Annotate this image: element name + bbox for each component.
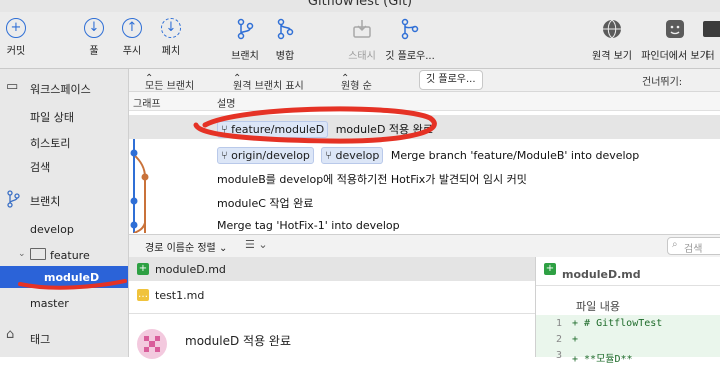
diff-line: + # GitflowTest bbox=[572, 318, 663, 329]
sidebar-header-workspace: 워크스페이스 bbox=[30, 83, 91, 96]
arrow-down-icon: ↓ bbox=[84, 18, 104, 38]
sidebar-header-branches: 브랜치 bbox=[30, 195, 61, 208]
sort-select[interactable]: 경로 이름순 정렬 ⌄ bbox=[145, 239, 227, 254]
remote-view-button[interactable]: 원격 보기 bbox=[584, 18, 640, 62]
sidebar: ▭ 워크스페이스 파일 상태 히스토리 검색 브랜치 develop ⌄ fea… bbox=[0, 69, 129, 357]
commit-button[interactable]: + 커밋 bbox=[0, 18, 44, 57]
commit-row[interactable]: ⑂ feature/moduleD moduleD 적용 완료 bbox=[129, 115, 720, 139]
sort-order-select[interactable]: 원형 순 ⌃ bbox=[341, 73, 372, 92]
arrow-up-icon: ↑ bbox=[122, 18, 142, 38]
file-search-input[interactable]: ⌕ 검색 bbox=[667, 237, 720, 255]
fetch-icon: ↓ bbox=[161, 18, 181, 38]
commit-message: moduleD 적용 완료 bbox=[335, 123, 433, 136]
branch-section-icon bbox=[7, 190, 20, 208]
plus-icon: + bbox=[6, 18, 26, 38]
list-view-icon[interactable]: ☰ ⌄ bbox=[245, 238, 268, 251]
column-header: 그래프 설명 bbox=[129, 92, 720, 111]
merge-button[interactable]: 병합 bbox=[257, 18, 313, 62]
commit-detail-message: moduleD 적용 완료 bbox=[185, 334, 292, 348]
diff-line: + **모듈D** bbox=[572, 354, 633, 365]
line-number: 3 bbox=[556, 350, 563, 361]
hunk-label: 파일 내용 bbox=[576, 300, 620, 313]
commit-row[interactable]: Merge tag 'HotFix-1' into develop bbox=[129, 213, 720, 233]
merge-icon bbox=[277, 18, 294, 40]
branch-label[interactable]: ⑂ feature/moduleD bbox=[217, 121, 329, 138]
disclosure-down-icon[interactable]: ⌄ bbox=[18, 249, 26, 259]
all-branches-select[interactable]: 모든 브랜치 ⌃ bbox=[145, 73, 194, 92]
commit-message: Merge branch 'feature/ModuleB' into deve… bbox=[390, 149, 640, 162]
branch-label[interactable]: ⑂ origin/develop bbox=[217, 147, 314, 164]
column-description[interactable]: 설명 bbox=[217, 95, 235, 110]
branch-label[interactable]: ⑂ develop bbox=[321, 147, 384, 164]
sidebar-folder-feature[interactable]: feature bbox=[50, 249, 90, 262]
fetch-button[interactable]: ↓ 페치 bbox=[143, 18, 199, 57]
diff-file-name: moduleD.md bbox=[562, 268, 641, 281]
finder-icon bbox=[666, 20, 684, 38]
folder-icon bbox=[30, 248, 46, 260]
line-number: 1 bbox=[556, 318, 563, 329]
file-row[interactable]: … test1.md bbox=[129, 283, 535, 307]
terminal-button[interactable]: 터 bbox=[700, 18, 720, 62]
tag-icon: ⌂ bbox=[6, 327, 15, 342]
added-icon: + bbox=[137, 263, 149, 275]
gitflow-toolbar-button[interactable]: 깃 플로우... bbox=[382, 18, 438, 62]
sidebar-header-tags: 태그 bbox=[30, 333, 51, 346]
modified-icon: … bbox=[137, 289, 149, 301]
gitflow-icon bbox=[401, 18, 419, 40]
commit-row[interactable]: moduleC 작업 완료 bbox=[129, 189, 720, 213]
file-name: moduleD.md bbox=[155, 263, 226, 276]
commit-message: Merge tag 'HotFix-1' into develop bbox=[217, 219, 400, 232]
sidebar-item-file-status[interactable]: 파일 상태 bbox=[30, 109, 74, 125]
diff-pane: + moduleD.md 파일 내용 1 + # GitflowTest 2 +… bbox=[536, 257, 720, 365]
window-title: GitflowTest (Git) bbox=[307, 0, 413, 9]
terminal-icon bbox=[703, 21, 720, 37]
commit-row[interactable]: moduleB를 develop에 적용하기전 HotFix가 발견되어 임시 … bbox=[129, 165, 720, 189]
search-icon: ⌕ bbox=[672, 239, 678, 250]
divider bbox=[129, 313, 535, 314]
avatar bbox=[137, 329, 167, 359]
commit-message: moduleB를 develop에 적용하기전 HotFix가 발견되어 임시 … bbox=[217, 173, 527, 186]
column-graph[interactable]: 그래프 bbox=[133, 95, 161, 110]
sidebar-item-history[interactable]: 히스토리 bbox=[30, 135, 70, 151]
line-number: 2 bbox=[556, 334, 563, 345]
gitflow-popup-button[interactable]: 깃 플로우... bbox=[419, 70, 483, 90]
filter-bar: 모든 브랜치 ⌃ 원격 브랜치 표시 ⌃ 원형 순 ⌃ 깃 플로우... 건너뛰… bbox=[129, 69, 720, 92]
monitor-icon: ▭ bbox=[6, 79, 19, 94]
show-remote-select[interactable]: 원격 브랜치 표시 ⌃ bbox=[233, 73, 304, 92]
commit-message: moduleC 작업 완료 bbox=[217, 197, 314, 210]
toolbar: + 커밋 ↓ 풀 ↑ 푸시 ↓ 페치 브랜치 병합 스태시 깃 플로우... 원… bbox=[0, 12, 720, 69]
files-toolbar: 경로 이름순 정렬 ⌄ ☰ ⌄ ⌕ 검색 bbox=[129, 234, 720, 258]
sidebar-item-master[interactable]: master bbox=[30, 297, 69, 310]
added-icon: + bbox=[544, 263, 556, 275]
sidebar-item-develop[interactable]: develop bbox=[30, 223, 74, 236]
file-list: + moduleD.md … test1.md moduleD 적용 완료 bbox=[129, 257, 536, 359]
file-row[interactable]: + moduleD.md bbox=[129, 257, 535, 281]
skip-to-label: 건너뛰기: bbox=[642, 77, 683, 88]
title-bar: GitflowTest (Git) bbox=[0, 0, 720, 12]
divider bbox=[536, 285, 720, 286]
stash-icon bbox=[353, 20, 371, 38]
commit-row[interactable]: ⑂ origin/develop ⑂ develop Merge branch … bbox=[129, 141, 720, 165]
diff-line: + bbox=[572, 334, 579, 345]
file-name: test1.md bbox=[155, 289, 205, 302]
branch-icon bbox=[237, 18, 254, 40]
sidebar-item-moduleD[interactable]: moduleD bbox=[0, 266, 128, 288]
globe-icon bbox=[603, 19, 621, 39]
sidebar-item-search[interactable]: 검색 bbox=[30, 159, 50, 175]
